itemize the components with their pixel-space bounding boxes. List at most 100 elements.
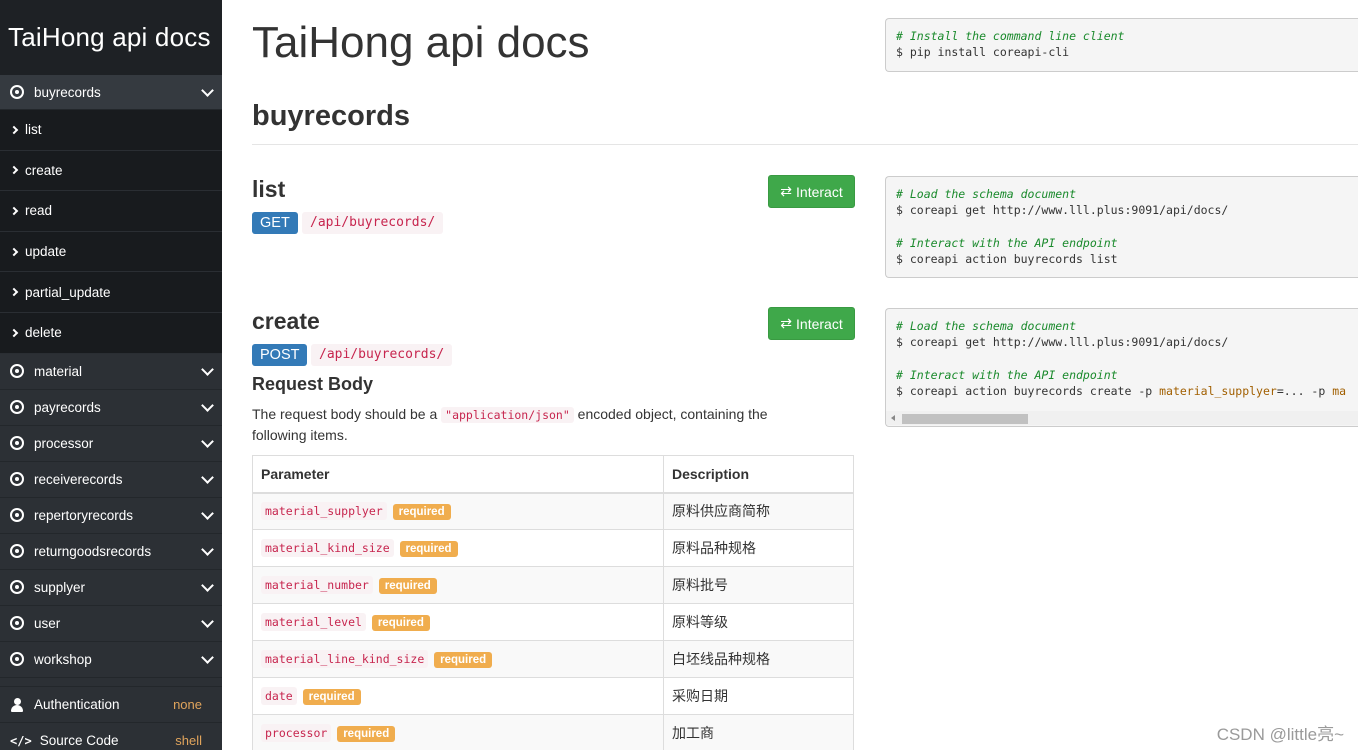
chevron-down-icon	[201, 434, 214, 448]
section-divider	[252, 144, 1358, 145]
source-code-label: Source Code	[39, 733, 119, 748]
request-body-title: Request Body	[252, 374, 374, 394]
sidebar-item-partial-update[interactable]: partial_update	[0, 272, 222, 313]
table-row: material_kind_size required 原料品种规格	[252, 529, 854, 567]
chevron-right-icon	[9, 125, 19, 135]
interact-label: Interact	[796, 183, 843, 200]
target-icon	[10, 436, 24, 451]
sidebar-item-label: list	[25, 122, 42, 138]
user-icon	[10, 697, 24, 712]
target-icon	[10, 400, 24, 415]
page-title: TaiHong api docs	[252, 18, 590, 67]
table-row: material_supplyer required 原料供应商简称	[252, 492, 854, 530]
chevron-right-icon	[9, 206, 19, 216]
sidebar-item-create[interactable]: create	[0, 150, 222, 192]
description-cell: 原料品种规格	[663, 529, 854, 567]
parameter-name: date	[261, 687, 297, 705]
sidebar-group-receiverecords[interactable]: receiverecords	[0, 462, 222, 498]
interact-button-list[interactable]: ⇄ Interact	[768, 175, 855, 208]
chevron-down-icon	[201, 614, 214, 628]
parameters-table: Parameter Description material_supplyer …	[252, 455, 854, 750]
sidebar-group-label: receiverecords	[34, 471, 123, 487]
code-comment: # Install the command line client	[896, 29, 1125, 43]
sidebar-item-label: update	[25, 244, 67, 260]
sidebar-group-label: material	[34, 363, 83, 379]
authentication-value: none	[173, 697, 202, 712]
authentication-menu[interactable]: Authentication none	[0, 686, 222, 722]
parameter-cell: material_number required	[252, 566, 664, 604]
sidebar-group-buyrecords[interactable]: buyrecords	[0, 75, 222, 110]
parameter-cell: material_kind_size required	[252, 529, 664, 567]
endpoint-path: /api/buyrecords/	[311, 344, 453, 366]
target-icon	[10, 364, 24, 379]
code-panel-install: # Install the command line client $ pip …	[885, 18, 1358, 72]
column-header-parameter: Parameter	[252, 455, 664, 494]
parameter-name: material_kind_size	[261, 539, 394, 557]
description-cell: 原料供应商简称	[663, 492, 854, 530]
sidebar-group-returngoodsrecords[interactable]: returngoodsrecords	[0, 534, 222, 570]
parameter-cell: material_supplyer required	[252, 492, 664, 530]
sidebar-group-supplyer[interactable]: supplyer	[0, 570, 222, 606]
desc-text: The request body should be a	[252, 406, 442, 422]
source-code-menu[interactable]: </> Source Code shell	[0, 722, 222, 750]
sidebar-group-payrecords[interactable]: payrecords	[0, 390, 222, 426]
interact-label: Interact	[796, 315, 843, 332]
sidebar-group-label: processor	[34, 435, 94, 451]
sidebar-item-label: delete	[25, 325, 62, 341]
code-comment: # Interact with the API endpoint	[896, 367, 1118, 382]
sidebar-group-workshop[interactable]: workshop	[0, 642, 222, 678]
sidebar-footer: Authentication none </> Source Code shel…	[0, 686, 222, 750]
code-line: $ coreapi get http://www.lll.plus:9091/a…	[896, 203, 1229, 218]
sidebar-brand[interactable]: TaiHong api docs	[0, 0, 222, 75]
description-cell: 原料批号	[663, 566, 854, 604]
target-icon	[10, 85, 24, 99]
sidebar-group-repertoryrecords[interactable]: repertoryrecords	[0, 498, 222, 534]
sidebar-group-label: buyrecords	[34, 84, 101, 100]
chevron-down-icon	[201, 470, 214, 484]
interact-button-create[interactable]: ⇄ Interact	[768, 307, 855, 340]
sidebar-item-label: create	[25, 162, 63, 178]
target-icon	[10, 544, 24, 559]
table-row: material_line_kind_size required 白坯线品种规格	[252, 640, 854, 678]
scroll-left-icon[interactable]	[891, 415, 895, 421]
sidebar-item-list[interactable]: list	[0, 110, 222, 151]
table-row: material_number required 原料批号	[252, 566, 854, 604]
parameter-name: processor	[261, 724, 332, 742]
sidebar-group-label: payrecords	[34, 399, 101, 415]
parameter-cell: material_line_kind_size required	[252, 640, 664, 678]
chevron-right-icon	[9, 287, 19, 297]
scrollbar-thumb[interactable]	[902, 414, 1028, 424]
sidebar-item-delete[interactable]: delete	[0, 312, 222, 354]
sidebar-item-label: read	[25, 203, 53, 219]
description-cell: 白坯线品种规格	[663, 640, 854, 678]
sidebar-item-read[interactable]: read	[0, 191, 222, 232]
sidebar-group-material[interactable]: material	[0, 354, 222, 390]
horizontal-scrollbar[interactable]	[886, 411, 1358, 425]
required-badge: required	[302, 689, 361, 705]
code-param: ma	[1332, 384, 1347, 399]
required-badge: required	[434, 652, 493, 668]
target-icon	[10, 616, 24, 631]
content-type-code: "application/json"	[441, 407, 574, 423]
table-row: processor required 加工商	[252, 714, 854, 750]
table-row: date required 采购日期	[252, 677, 854, 715]
code-param: material_supplyer	[1159, 384, 1277, 399]
target-icon	[10, 652, 24, 667]
description-cell: 采购日期	[663, 677, 854, 715]
sidebar-group-user[interactable]: user	[0, 606, 222, 642]
target-icon	[10, 472, 24, 487]
code-line: =... -p	[1276, 384, 1333, 399]
required-badge: required	[399, 541, 458, 557]
sidebar-group-label: workshop	[34, 651, 92, 667]
chevron-down-icon	[201, 650, 214, 664]
chevron-down-icon	[201, 578, 214, 592]
chevron-down-icon	[201, 506, 214, 520]
chevron-right-icon	[9, 328, 19, 338]
sidebar-group-label: repertoryrecords	[34, 507, 134, 523]
code-line: $ pip install coreapi-cli	[896, 45, 1070, 60]
sidebar-item-update[interactable]: update	[0, 231, 222, 273]
code-panel-list: # Load the schema document $ coreapi get…	[885, 176, 1358, 278]
sidebar-group-label: returngoodsrecords	[34, 543, 152, 559]
sidebar-group-processor[interactable]: processor	[0, 426, 222, 462]
chevron-down-icon	[201, 84, 214, 97]
